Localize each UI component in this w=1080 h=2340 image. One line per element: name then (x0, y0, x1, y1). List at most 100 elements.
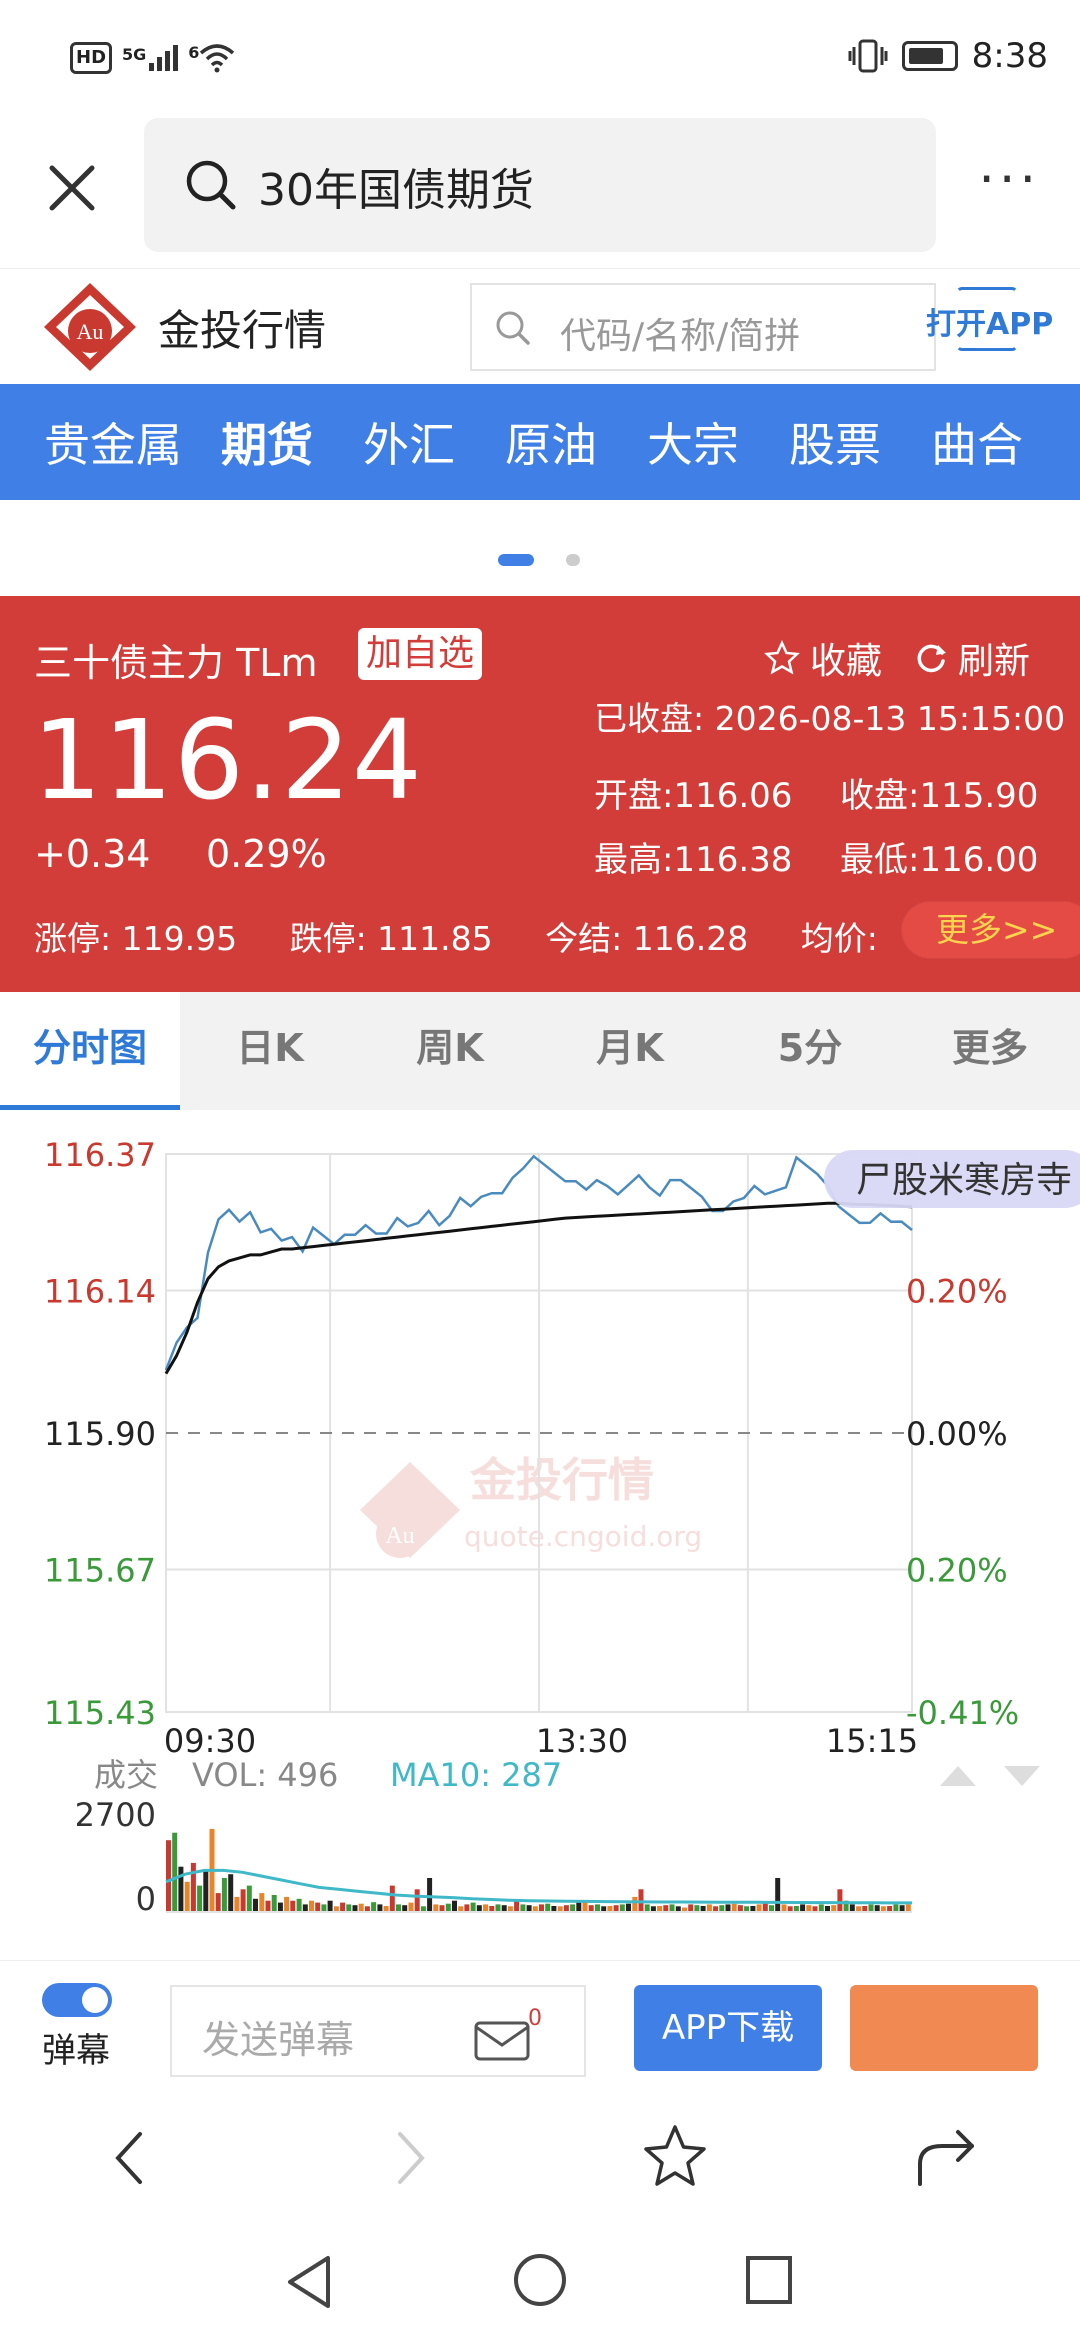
intraday-chart[interactable]: Au 金投行情 quote.cngoid.org 116.37 116.14 0.2… (0, 1110, 1080, 1920)
high-price: 最高:116.38 (594, 840, 793, 880)
share-icon[interactable] (912, 2124, 982, 2188)
message-icon[interactable]: 0 (472, 2007, 542, 2063)
open-app-button[interactable]: 打开APP (926, 287, 1053, 351)
tab-daily-k[interactable]: 日K (180, 992, 360, 1110)
volume-bar (669, 1904, 675, 1912)
volume-bar (358, 1903, 364, 1912)
nav-item-precious-metals[interactable]: 贵金属 (0, 409, 196, 475)
tab-monthly-k[interactable]: 月K (540, 992, 720, 1110)
search-icon (186, 160, 236, 210)
volume-bar (520, 1904, 526, 1912)
browser-search-bar[interactable]: 30年国债期货 (144, 118, 936, 252)
danmaku-toggle[interactable] (42, 1983, 112, 2017)
orange-action-button[interactable] (850, 1985, 1038, 2071)
volume-bar (445, 1903, 451, 1912)
app-download-button[interactable]: APP下载 (634, 1985, 822, 2071)
site-search-input[interactable]: 代码/名称/简拼 (470, 283, 936, 371)
wifi-label: 6 (188, 43, 200, 62)
nav-item-futures[interactable]: 期货 (196, 409, 338, 475)
x-label: 13:30 (536, 1722, 628, 1760)
category-nav: 贵金属 期货 外汇 原油 大宗 股票 曲合 (0, 384, 1080, 500)
volume-bar (346, 1904, 352, 1912)
volume-bar (619, 1904, 625, 1912)
scroll-up-icon[interactable] (940, 1766, 976, 1786)
volume-bar (626, 1903, 631, 1912)
vibrate-icon (848, 39, 888, 73)
limit-down: 跌停: 111.85 (289, 919, 493, 958)
close-icon[interactable] (42, 158, 102, 218)
volume-y-min: 0 (136, 1880, 156, 1918)
low-price: 最低:116.00 (840, 840, 1039, 880)
system-back-icon[interactable] (284, 2254, 334, 2310)
favorite-button[interactable]: 收藏 (764, 632, 882, 684)
tab-5min[interactable]: 5分 (720, 992, 900, 1110)
volume-bar (706, 1904, 712, 1912)
contract-title: 三十债主力 TLm (34, 641, 318, 685)
forward-icon[interactable] (390, 2128, 430, 2188)
system-recents-icon[interactable] (744, 2254, 794, 2306)
volume-bar (868, 1904, 874, 1912)
volume-bar (831, 1905, 837, 1912)
hd-icon: HD (70, 42, 113, 74)
add-watchlist-button[interactable]: 加自选 (358, 628, 483, 680)
nav-item-other[interactable]: 曲合 (906, 409, 1048, 475)
system-home-icon[interactable] (512, 2252, 568, 2308)
nav-item-commodities[interactable]: 大宗 (622, 409, 764, 475)
volume-bar (737, 1905, 743, 1912)
browser-navigation (0, 2088, 1080, 2228)
volume-label: 成交 (94, 1756, 158, 1794)
site-search-placeholder: 代码/名称/简拼 (560, 316, 801, 357)
volume-bar (688, 1904, 694, 1912)
more-details-button[interactable]: 更多>> (902, 902, 1080, 958)
volume-bar (240, 1889, 246, 1912)
carousel-dot[interactable] (566, 554, 580, 566)
search-icon (496, 311, 530, 345)
site-logo[interactable]: Au (40, 279, 140, 375)
volume-bar (769, 1905, 774, 1912)
danmaku-input[interactable]: 发送弹幕 0 (170, 1985, 586, 2077)
tab-more[interactable]: 更多 (900, 992, 1080, 1110)
volume-bar (588, 1905, 594, 1912)
system-navigation (0, 2228, 1080, 2340)
status-right: 8:38 (848, 36, 1048, 76)
volume-bar (190, 1862, 196, 1912)
y-label-right: -0.41% (906, 1694, 1019, 1732)
bookmark-star-icon[interactable] (640, 2122, 710, 2192)
volume-bar (452, 1900, 457, 1912)
volume-bar (874, 1905, 880, 1912)
volume-bar (215, 1893, 221, 1912)
volume-bar (613, 1905, 619, 1912)
tab-weekly-k[interactable]: 周K (360, 992, 540, 1110)
volume-bar (818, 1904, 824, 1912)
tab-intraday[interactable]: 分时图 (0, 992, 180, 1110)
volume-bar (340, 1902, 346, 1912)
more-menu-icon[interactable]: ··· (978, 154, 1040, 206)
volume-bar (595, 1904, 600, 1912)
carousel-dot-active[interactable] (498, 554, 534, 566)
danmaku-bubble[interactable]: 尸股米寒房寺 (824, 1150, 1080, 1208)
volume-bar (265, 1900, 271, 1912)
back-icon[interactable] (110, 2128, 150, 2188)
volume-bar (725, 1904, 731, 1912)
volume-bar (352, 1905, 358, 1912)
watermark-name: 金投行情 (469, 1453, 654, 1507)
y-label-left: 116.37 (44, 1136, 156, 1174)
volume-bar (563, 1905, 569, 1912)
quote-panel: 三十债主力 TLm 加自选 收藏 刷新 116.24 +0.34 0.29% 已… (0, 596, 1080, 992)
volume-bar (321, 1904, 327, 1912)
volume-bar (514, 1900, 520, 1912)
status-bar: HD 5G 6 8:38 (0, 0, 1080, 118)
volume-bar (197, 1885, 203, 1912)
volume-bar (762, 1902, 768, 1912)
volume-bar (501, 1905, 507, 1912)
nav-item-crude-oil[interactable]: 原油 (480, 409, 622, 475)
volume-bar (644, 1904, 650, 1912)
volume-bar (464, 1904, 470, 1912)
nav-item-stocks[interactable]: 股票 (764, 409, 906, 475)
refresh-button[interactable]: 刷新 (914, 632, 1030, 684)
scroll-down-icon[interactable] (1004, 1766, 1040, 1786)
chart-watermark: Au 金投行情 quote.cngoid.org (360, 1453, 702, 1558)
nav-item-forex[interactable]: 外汇 (338, 409, 480, 475)
volume-bar (476, 1905, 482, 1912)
volume-ma10: MA10: 287 (390, 1756, 562, 1794)
